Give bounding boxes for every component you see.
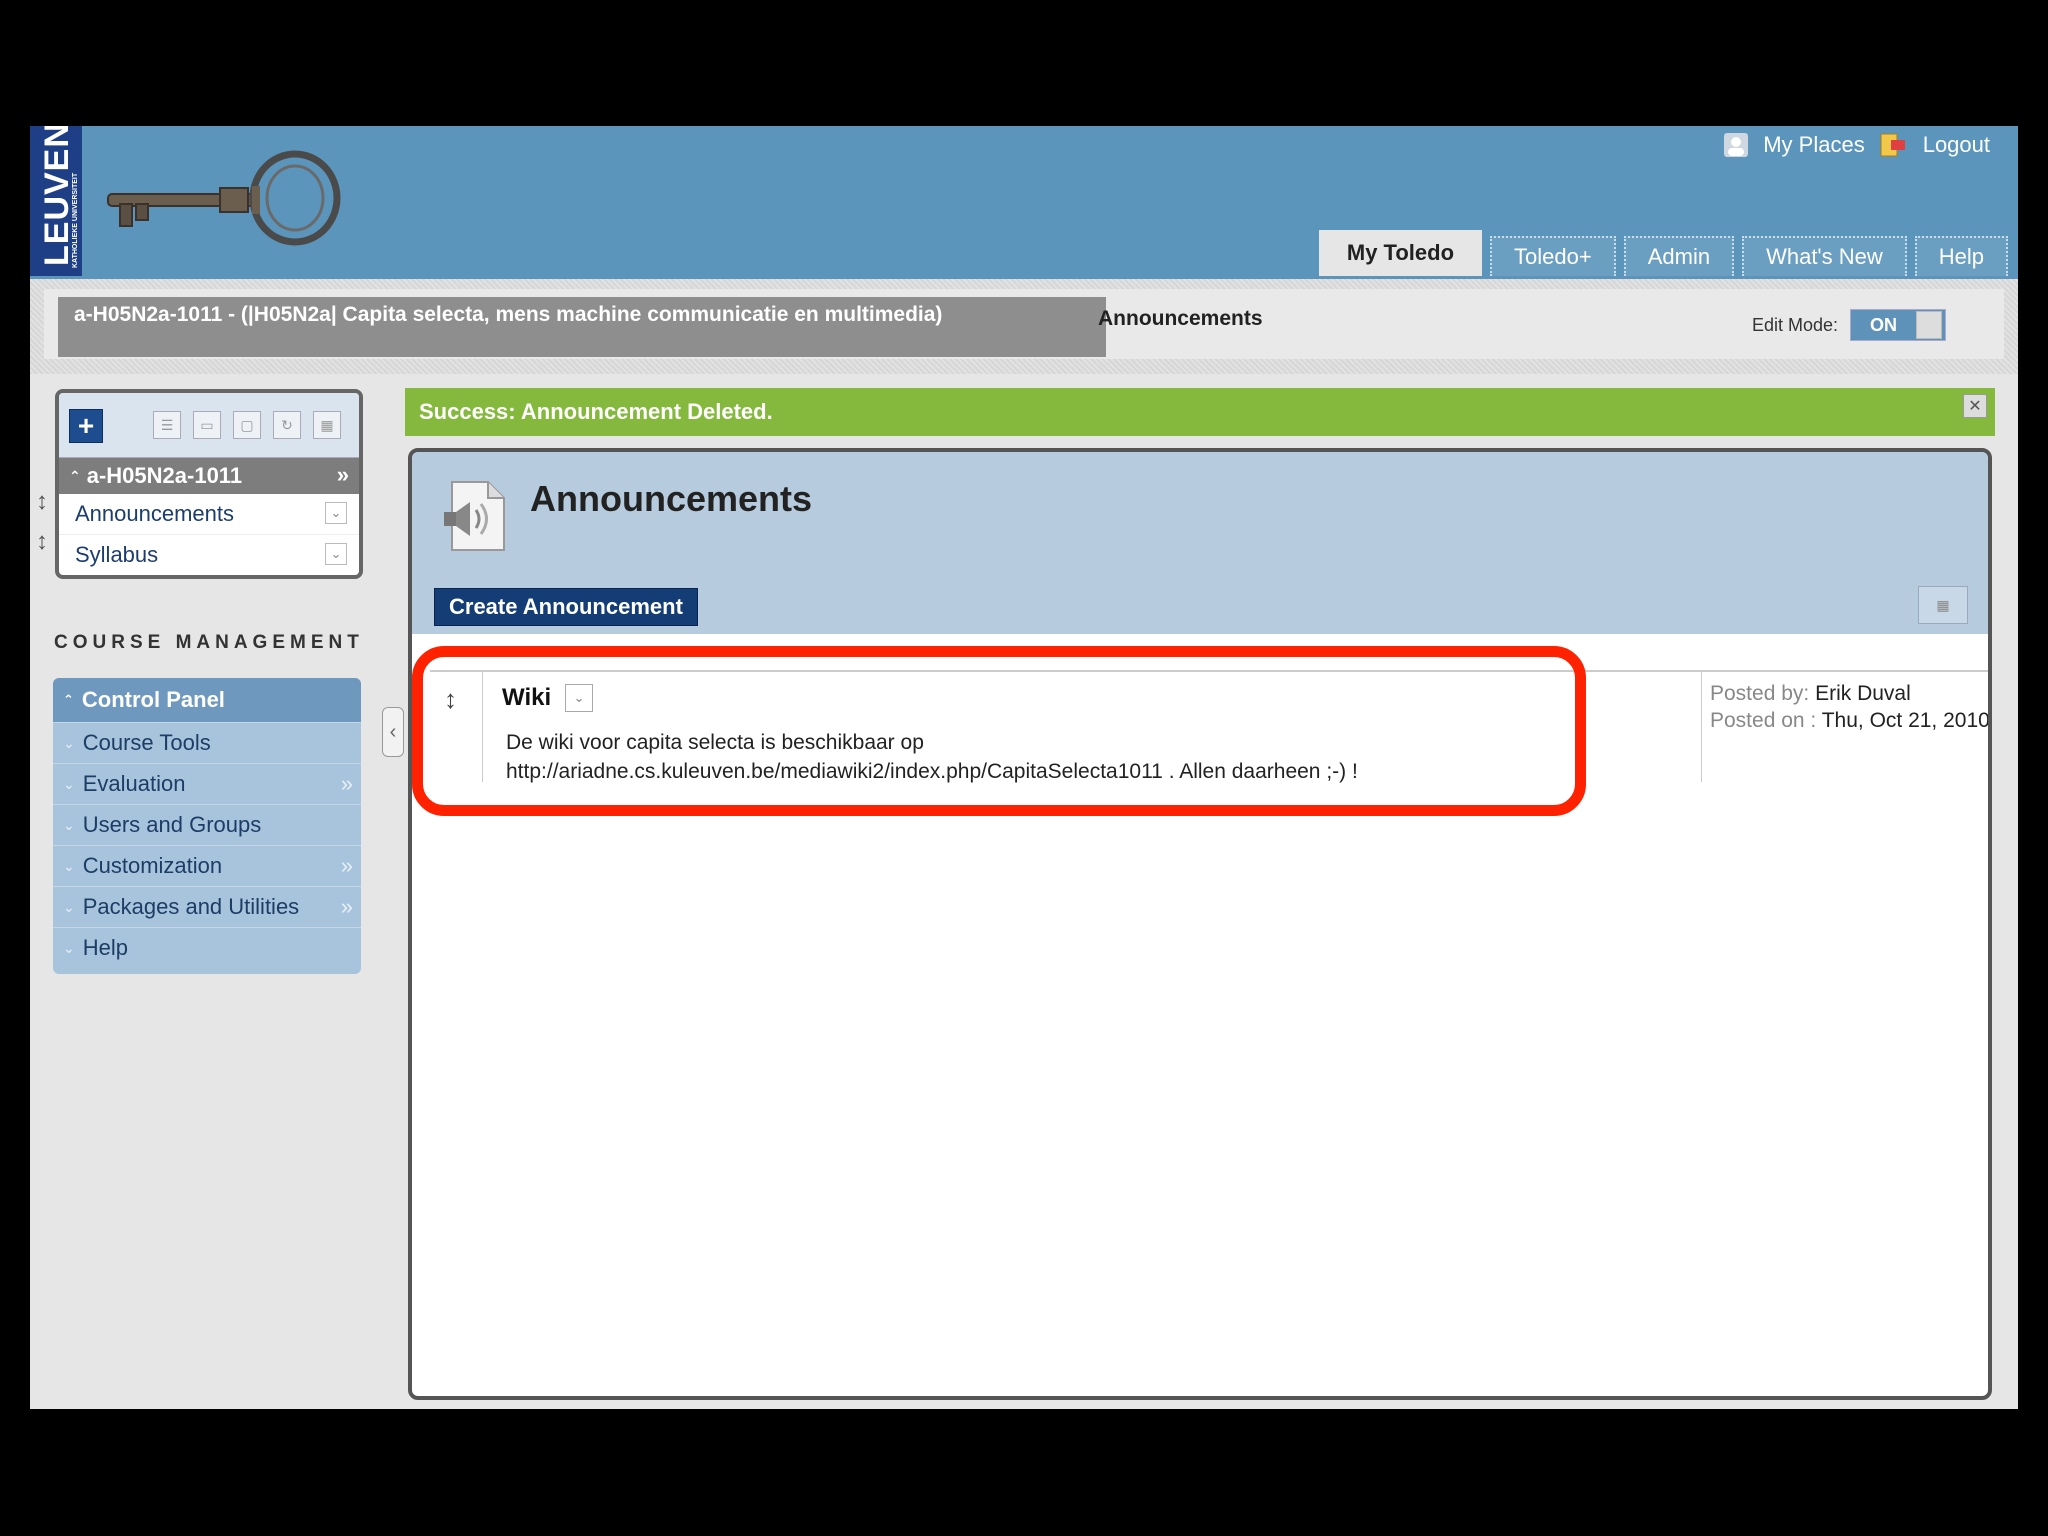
chevron-down-icon: ⌄ xyxy=(63,816,75,833)
site-header: LEUVEN KATHOLIEKE UNIVERSITEIT My Places xyxy=(30,126,2018,279)
key-logo-icon xyxy=(107,150,341,246)
drag-handle-icon[interactable]: ↕ xyxy=(36,488,48,516)
person-icon xyxy=(1724,133,1749,157)
ku-leuven-logo[interactable]: LEUVEN KATHOLIEKE UNIVERSITEIT xyxy=(30,126,82,276)
tab-help[interactable]: Help xyxy=(1914,236,2008,276)
cp-item-course-tools[interactable]: ⌄ Course Tools xyxy=(53,722,361,763)
tab-whats-new[interactable]: What's New xyxy=(1742,236,1907,276)
folder-view-icon[interactable]: ▭ xyxy=(193,411,221,439)
view-options-icon[interactable]: ▦ xyxy=(1918,586,1968,624)
close-icon[interactable]: ✕ xyxy=(1963,394,1987,418)
announcement-body: De wiki voor capita selecta is beschikba… xyxy=(506,728,1358,786)
create-announcement-button[interactable]: Create Announcement xyxy=(434,588,698,626)
context-bar: a-H05N2a-1011 - (|H05N2a| Capita selecta… xyxy=(30,279,2018,374)
cp-item-label: Users and Groups xyxy=(82,812,262,837)
window-icon[interactable]: ▢ xyxy=(233,411,261,439)
posted-on-label: Posted on : xyxy=(1710,709,1817,732)
list-view-icon[interactable]: ☰ xyxy=(153,411,181,439)
cp-item-label: Course Tools xyxy=(82,730,211,755)
edit-mode-label: Edit Mode: xyxy=(1751,314,1838,335)
menu-item-announcements[interactable]: Announcements ⌄ xyxy=(59,494,359,535)
menu-tool-icons: ☰ ▭ ▢ ↻ ▦ xyxy=(153,411,341,439)
chevron-down-icon[interactable]: ⌄ xyxy=(325,502,347,524)
announcement-body-line: De wiki voor capita selecta is beschikba… xyxy=(506,731,924,754)
chevron-down-icon: ⌄ xyxy=(63,898,75,915)
control-panel-menu: ⌃ Control Panel ⌄ Course Tools ⌄ Evaluat… xyxy=(53,678,361,974)
cp-item-packages-utilities[interactable]: ⌄ Packages and Utilities » xyxy=(53,886,361,927)
posted-by: Erik Duval xyxy=(1815,682,1911,705)
course-title-breadcrumb[interactable]: a-H05N2a-1011 - (|H05N2a| Capita selecta… xyxy=(58,297,1106,357)
edit-mode-value: ON xyxy=(1870,314,1897,335)
chevron-down-icon[interactable]: ⌄ xyxy=(565,684,594,712)
chevron-down-icon: ⌄ xyxy=(63,939,75,956)
divider xyxy=(482,672,483,782)
course-management-title: COURSE MANAGEMENT xyxy=(54,632,364,653)
announcement-title: Wiki ⌄ xyxy=(502,684,594,712)
cp-item-customization[interactable]: ⌄ Customization » xyxy=(53,845,361,886)
announcement-link[interactable]: http://ariadne.cs.kuleuven.be/mediawiki2… xyxy=(506,757,1358,786)
main-tabs: My Toledo Toledo+ Admin What's New Help xyxy=(1318,230,2008,276)
collapse-sidebar-button[interactable]: ‹ xyxy=(382,707,404,757)
cp-item-label: Customization xyxy=(82,853,223,878)
breadcrumb-current: Announcements xyxy=(1098,307,1263,330)
cp-item-label: Evaluation xyxy=(82,771,186,796)
chevron-up-icon: ⌃ xyxy=(63,692,74,707)
course-menu-toolbar: + ☰ ▭ ▢ ↻ ▦ xyxy=(59,393,359,458)
double-chevron-right-icon[interactable]: » xyxy=(341,771,353,797)
course-menu: + ☰ ▭ ▢ ↻ ▦ ⌃ a-H05N2a-1011 » Announceme… xyxy=(55,389,363,579)
chevron-down-icon: ⌄ xyxy=(63,775,75,792)
cp-item-help[interactable]: ⌄ Help xyxy=(53,927,361,968)
menu-item-label: Syllabus xyxy=(75,542,159,567)
posted-by-label: Posted by: xyxy=(1710,682,1810,705)
announcement-title-text: Wiki xyxy=(502,684,552,711)
refresh-icon[interactable]: ↻ xyxy=(273,411,301,439)
edit-mode-toggle[interactable]: ON xyxy=(1850,309,1946,341)
chevron-down-icon: ⌄ xyxy=(63,734,75,751)
browser-screen: LEUVEN KATHOLIEKE UNIVERSITEIT My Places xyxy=(30,126,2018,1409)
control-panel-label: Control Panel xyxy=(81,687,225,712)
panel-header: Announcements Create Announcement ▦ xyxy=(412,452,1988,634)
divider xyxy=(1701,672,1702,782)
tab-my-toledo[interactable]: My Toledo xyxy=(1318,230,1483,276)
double-chevron-right-icon[interactable]: » xyxy=(341,853,353,879)
posted-on: Thu, Oct 21, 2010 xyxy=(1821,709,1990,732)
course-menu-header[interactable]: ⌃ a-H05N2a-1011 » xyxy=(59,458,359,494)
logout-link[interactable]: Logout xyxy=(1923,132,1990,158)
speaker-icon xyxy=(444,481,505,551)
add-menu-item-button[interactable]: + xyxy=(69,409,103,443)
success-message: Success: Announcement Deleted. xyxy=(419,399,773,424)
cp-item-users-groups[interactable]: ⌄ Users and Groups xyxy=(53,804,361,845)
control-panel-header[interactable]: ⌃ Control Panel xyxy=(53,678,361,722)
drag-handle-icon[interactable]: ↕ xyxy=(36,528,48,556)
drag-handle-icon[interactable]: ↕ xyxy=(444,684,457,715)
double-chevron-right-icon[interactable]: » xyxy=(341,894,353,920)
menu-item-syllabus[interactable]: Syllabus ⌄ xyxy=(59,535,359,575)
chevron-down-icon[interactable]: ⌄ xyxy=(325,543,347,565)
announcements-panel: Announcements Create Announcement ▦ ↕ Wi… xyxy=(408,448,1992,1400)
announcement-item: ↕ Wiki ⌄ De wiki voor capita selecta is … xyxy=(430,670,1990,786)
cp-item-label: Packages and Utilities xyxy=(82,894,300,919)
double-chevron-right-icon[interactable]: » xyxy=(337,462,349,488)
logo-subtext: KATHOLIEKE UNIVERSITEIT xyxy=(72,172,79,268)
logout-icon xyxy=(1880,133,1905,157)
announcement-meta: Posted by: Erik Duval Posted on : Thu, O… xyxy=(1710,680,1990,734)
top-links: My Places Logout xyxy=(1723,132,1990,158)
cp-item-evaluation[interactable]: ⌄ Evaluation » xyxy=(53,763,361,804)
page-title: Announcements xyxy=(530,478,813,519)
cp-item-label: Help xyxy=(82,935,128,960)
course-id: a-H05N2a-1011 xyxy=(86,463,243,488)
success-banner: Success: Announcement Deleted. ✕ xyxy=(405,388,1995,436)
menu-item-label: Announcements xyxy=(75,501,234,526)
edit-mode: Edit Mode: ON xyxy=(1752,309,1946,341)
my-places-link[interactable]: My Places xyxy=(1763,132,1864,158)
chevron-down-icon: ⌄ xyxy=(63,857,75,874)
toggle-knob xyxy=(1916,311,1942,339)
layout-icon[interactable]: ▦ xyxy=(313,411,341,439)
tab-admin[interactable]: Admin xyxy=(1623,236,1735,276)
chevron-up-icon: ⌃ xyxy=(69,467,81,484)
tab-toledo-plus[interactable]: Toledo+ xyxy=(1490,236,1616,276)
